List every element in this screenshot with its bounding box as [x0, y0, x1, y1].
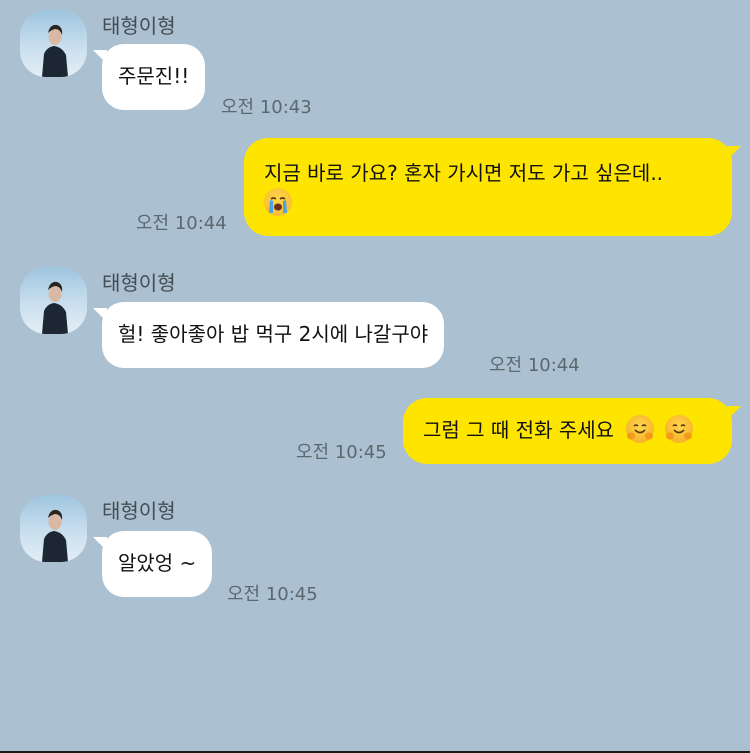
message-text: 주문진!! [118, 64, 190, 88]
profile-avatar[interactable] [20, 267, 87, 334]
message-time: 오전 10:44 [136, 213, 227, 234]
message-time: 오전 10:44 [489, 355, 580, 376]
hugging-face-icon [626, 415, 655, 443]
message-text: 알았엉 ~ [118, 551, 197, 575]
message-bubble[interactable]: 헐! 좋아좋아 밥 먹구 2시에 나갈구야 [92, 302, 445, 368]
message-bubble[interactable]: 알았엉 ~ [92, 531, 213, 597]
sender-name: 태형이형 [102, 14, 176, 38]
sender-name: 태형이형 [102, 499, 176, 523]
profile-avatar[interactable] [20, 10, 87, 77]
profile-photo-icon [42, 24, 68, 77]
message-time: 오전 10:43 [221, 97, 312, 118]
message-bubble[interactable]: 주문진!! [92, 44, 206, 110]
message-text: 지금 바로 가요? 혼자 가시면 저도 가고 싶은데.. [264, 161, 664, 185]
message-text: 그럼 그 때 전화 주세요 [423, 418, 615, 442]
message-bubble[interactable]: 그럼 그 때 전화 주세요 [403, 398, 741, 464]
message-time: 오전 10:45 [296, 442, 387, 463]
profile-avatar[interactable] [20, 495, 87, 562]
sender-name: 태형이형 [102, 271, 176, 295]
loudly-crying-face-icon [264, 188, 292, 216]
profile-photo-icon [42, 281, 68, 334]
message-time: 오전 10:45 [227, 584, 318, 605]
emoji-line [264, 188, 712, 218]
hugging-face-icon [664, 415, 693, 443]
message-bubble[interactable]: 지금 바로 가요? 혼자 가시면 저도 가고 싶은데.. [244, 138, 741, 236]
message-text: 헐! 좋아좋아 밥 먹구 2시에 나갈구야 [118, 322, 429, 346]
chat-room: 태형이형 주문진!! 오전 10:43 지금 바로 가요? 혼자 가시면 저도 … [0, 0, 750, 753]
profile-photo-icon [42, 509, 68, 562]
